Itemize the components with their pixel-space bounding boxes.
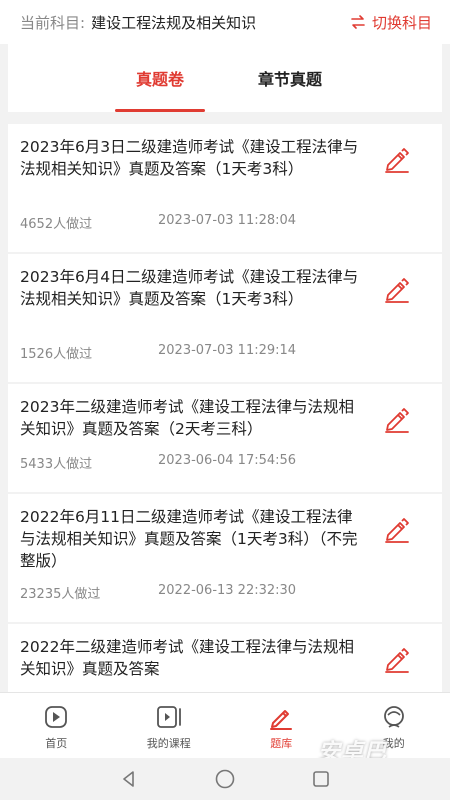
edit-icon[interactable]	[382, 274, 412, 304]
subject-bar: 当前科目: 建设工程法规及相关知识 切换科目	[0, 0, 450, 44]
edit-icon[interactable]	[382, 644, 412, 674]
paper-meta: 4652人做过 2023-07-03 11:28:04	[20, 213, 296, 232]
paper-date: 2023-07-03 11:29:14	[158, 343, 297, 358]
paper-count: 4652人做过	[20, 217, 93, 232]
play-icon	[45, 706, 68, 728]
tabbar-home[interactable]: 首页	[0, 693, 113, 758]
pen-icon	[270, 710, 293, 730]
switch-subject-button[interactable]: 切换科目	[350, 12, 432, 33]
tab-real-papers[interactable]: 真题卷	[95, 44, 225, 112]
recents-square-icon	[313, 771, 329, 787]
paper-tabs: 真题卷 章节真题	[8, 44, 442, 112]
edit-icon[interactable]	[382, 144, 412, 174]
paper-item[interactable]: 2022年6月11日二级建造师考试《建设工程法律与法规相关知识》真题及答案（1天…	[8, 494, 442, 622]
paper-title: 2023年6月3日二级建造师考试《建设工程法律与法规相关知识》真题及答案（1天考…	[20, 138, 359, 178]
profile-icon	[383, 706, 404, 728]
paper-title: 2022年6月11日二级建造师考试《建设工程法律与法规相关知识》真题及答案（1天…	[20, 508, 358, 570]
tabbar-label: 题库	[270, 737, 293, 750]
paper-meta: 1526人做过 2023-07-03 11:29:14	[20, 343, 296, 362]
edit-icon[interactable]	[382, 404, 412, 434]
paper-item[interactable]: 2023年6月3日二级建造师考试《建设工程法律与法规相关知识》真题及答案（1天考…	[8, 124, 442, 252]
tabbar-label: 首页	[45, 737, 68, 750]
nav-home-button[interactable]	[177, 768, 273, 790]
paper-item[interactable]: 2023年二级建造师考试《建设工程法律与法规相关知识》真题及答案（2天考三科） …	[8, 384, 442, 492]
back-triangle-icon	[123, 771, 134, 787]
tab-chapter-papers[interactable]: 章节真题	[225, 44, 355, 112]
paper-date: 2022-06-13 22:32:30	[158, 583, 297, 598]
subject-prefix: 当前科目:	[20, 13, 86, 32]
paper-count: 23235人做过	[20, 587, 101, 602]
swap-icon	[351, 15, 365, 29]
switch-subject-label: 切换科目	[371, 13, 432, 32]
system-nav-bar	[0, 758, 450, 800]
home-circle-icon	[215, 769, 235, 789]
nav-recents-button[interactable]	[273, 769, 369, 789]
paper-title: 2023年二级建造师考试《建设工程法律与法规相关知识》真题及答案（2天考三科）	[20, 398, 354, 438]
paper-title: 2023年6月4日二级建造师考试《建设工程法律与法规相关知识》真题及答案（1天考…	[20, 268, 359, 308]
paper-date: 2023-07-03 11:28:04	[158, 213, 297, 228]
edit-icon[interactable]	[382, 514, 412, 544]
paper-count: 1526人做过	[20, 347, 93, 362]
paper-meta: 23235人做过 2022-06-13 22:32:30	[20, 583, 296, 602]
paper-title: 2022年二级建造师考试《建设工程法律与法规相关知识》真题及答案	[20, 638, 354, 678]
paper-meta: 5433人做过 2023-06-04 17:54:56	[20, 453, 296, 472]
paper-item[interactable]: 2022年二级建造师考试《建设工程法律与法规相关知识》真题及答案	[8, 624, 442, 694]
paper-count: 5433人做过	[20, 457, 93, 472]
nav-back-button[interactable]	[81, 769, 177, 789]
paper-date: 2023-06-04 17:54:56	[158, 453, 297, 468]
paper-list: 2023年6月3日二级建造师考试《建设工程法律与法规相关知识》真题及答案（1天考…	[8, 124, 442, 696]
tabbar-label: 我的课程	[146, 737, 191, 750]
tabbar-courses[interactable]: 我的课程	[113, 693, 226, 758]
paper-item[interactable]: 2023年6月4日二级建造师考试《建设工程法律与法规相关知识》真题及答案（1天考…	[8, 254, 442, 382]
course-icon	[156, 706, 181, 728]
subject-name: 建设工程法规及相关知识	[91, 13, 257, 32]
